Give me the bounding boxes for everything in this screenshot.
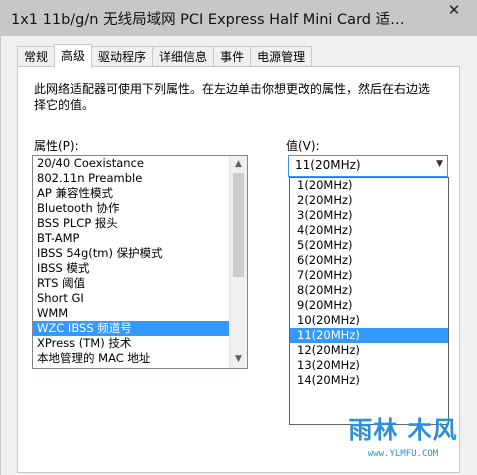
scroll-down-icon[interactable]: ▼ <box>230 351 247 368</box>
scroll-thumb[interactable] <box>233 173 244 277</box>
watermark-url: www.YLMFU.COM <box>367 449 439 459</box>
tab-advanced[interactable]: 高级 <box>54 44 93 68</box>
list-item[interactable]: IBSS 模式 <box>33 261 247 276</box>
scroll-up-icon[interactable]: ▲ <box>230 156 247 173</box>
dropdown-option[interactable]: 2(20MHz) <box>290 193 448 208</box>
value-dropdown-list[interactable]: 1(20MHz) 2(20MHz) 3(20MHz) 4(20MHz) 5(20… <box>289 177 449 425</box>
description-text: 此网络适配器可使用下列属性。在左边单击你想更改的属性，然后在右边选择它的值。 <box>34 82 431 112</box>
value-select-text: 11(20MHz) <box>295 158 361 172</box>
dropdown-option[interactable]: 1(20MHz) <box>290 178 448 193</box>
list-item[interactable]: Bluetooth 协作 <box>33 201 247 216</box>
list-item[interactable]: RTS 阈值 <box>33 276 247 291</box>
tab-power-management[interactable]: 电源管理 <box>250 46 313 67</box>
property-list[interactable]: 20/40 Coexistance 802.11n Preamble AP 兼容… <box>32 155 248 369</box>
window-title: 1x1 11b/g/n 无线局域网 PCI Express Half Mini … <box>11 12 405 28</box>
list-item[interactable]: BT-AMP <box>33 231 247 246</box>
title-bar: 1x1 11b/g/n 无线局域网 PCI Express Half Mini … <box>0 0 477 36</box>
list-item[interactable]: Short GI <box>33 291 247 306</box>
value-select[interactable]: 11(20MHz) ▼ <box>288 155 448 177</box>
dropdown-option[interactable]: 3(20MHz) <box>290 208 448 223</box>
watermark-text: 雨林 木风 <box>348 416 458 444</box>
chevron-down-icon[interactable]: ▼ <box>436 159 443 169</box>
list-item[interactable]: WMM <box>33 306 247 321</box>
watermark-logo: 雨林 木风 www.YLMFU.COM <box>343 411 463 471</box>
dropdown-option[interactable]: 6(20MHz) <box>290 253 448 268</box>
dropdown-option[interactable]: 7(20MHz) <box>290 268 448 283</box>
list-item[interactable]: AP 兼容性模式 <box>33 186 247 201</box>
dropdown-option[interactable]: 12(20MHz) <box>290 343 448 358</box>
close-icon[interactable]: ✕ <box>436 0 472 21</box>
dropdown-option[interactable]: 13(20MHz) <box>290 358 448 373</box>
value-label: 值(V): <box>286 139 320 153</box>
dropdown-option[interactable]: 9(20MHz) <box>290 298 448 313</box>
dropdown-option[interactable]: 4(20MHz) <box>290 223 448 238</box>
list-item[interactable]: XPress (TM) 技术 <box>33 336 247 351</box>
properties-dialog: 常规 高级 驱动程序 详细信息 事件 电源管理 此网络适配器可使用下列属性。在左… <box>0 36 477 475</box>
list-item[interactable]: 802.11n Preamble <box>33 171 247 186</box>
list-item[interactable]: IBSS 54g(tm) 保护模式 <box>33 246 247 261</box>
dropdown-option-selected[interactable]: 11(20MHz) <box>290 328 448 343</box>
tab-general[interactable]: 常规 <box>17 46 56 67</box>
tab-events[interactable]: 事件 <box>213 46 252 67</box>
list-item[interactable]: BSS PLCP 报头 <box>33 216 247 231</box>
dropdown-option[interactable]: 5(20MHz) <box>290 238 448 253</box>
tab-driver[interactable]: 驱动程序 <box>91 46 154 67</box>
dropdown-option[interactable]: 14(20MHz) <box>290 373 448 388</box>
tab-details[interactable]: 详细信息 <box>152 46 215 67</box>
list-item[interactable]: 20/40 Coexistance <box>33 156 247 171</box>
dropdown-option[interactable]: 10(20MHz) <box>290 313 448 328</box>
property-list-scrollbar[interactable]: ▲ ▼ <box>229 156 247 368</box>
tab-strip: 常规 高级 驱动程序 详细信息 事件 电源管理 <box>17 44 313 68</box>
dropdown-option[interactable]: 8(20MHz) <box>290 283 448 298</box>
list-item[interactable]: 本地管理的 MAC 地址 <box>33 351 247 366</box>
list-item-selected[interactable]: WZC IBSS 频道号 <box>33 321 247 336</box>
property-label: 属性(P): <box>34 139 79 153</box>
